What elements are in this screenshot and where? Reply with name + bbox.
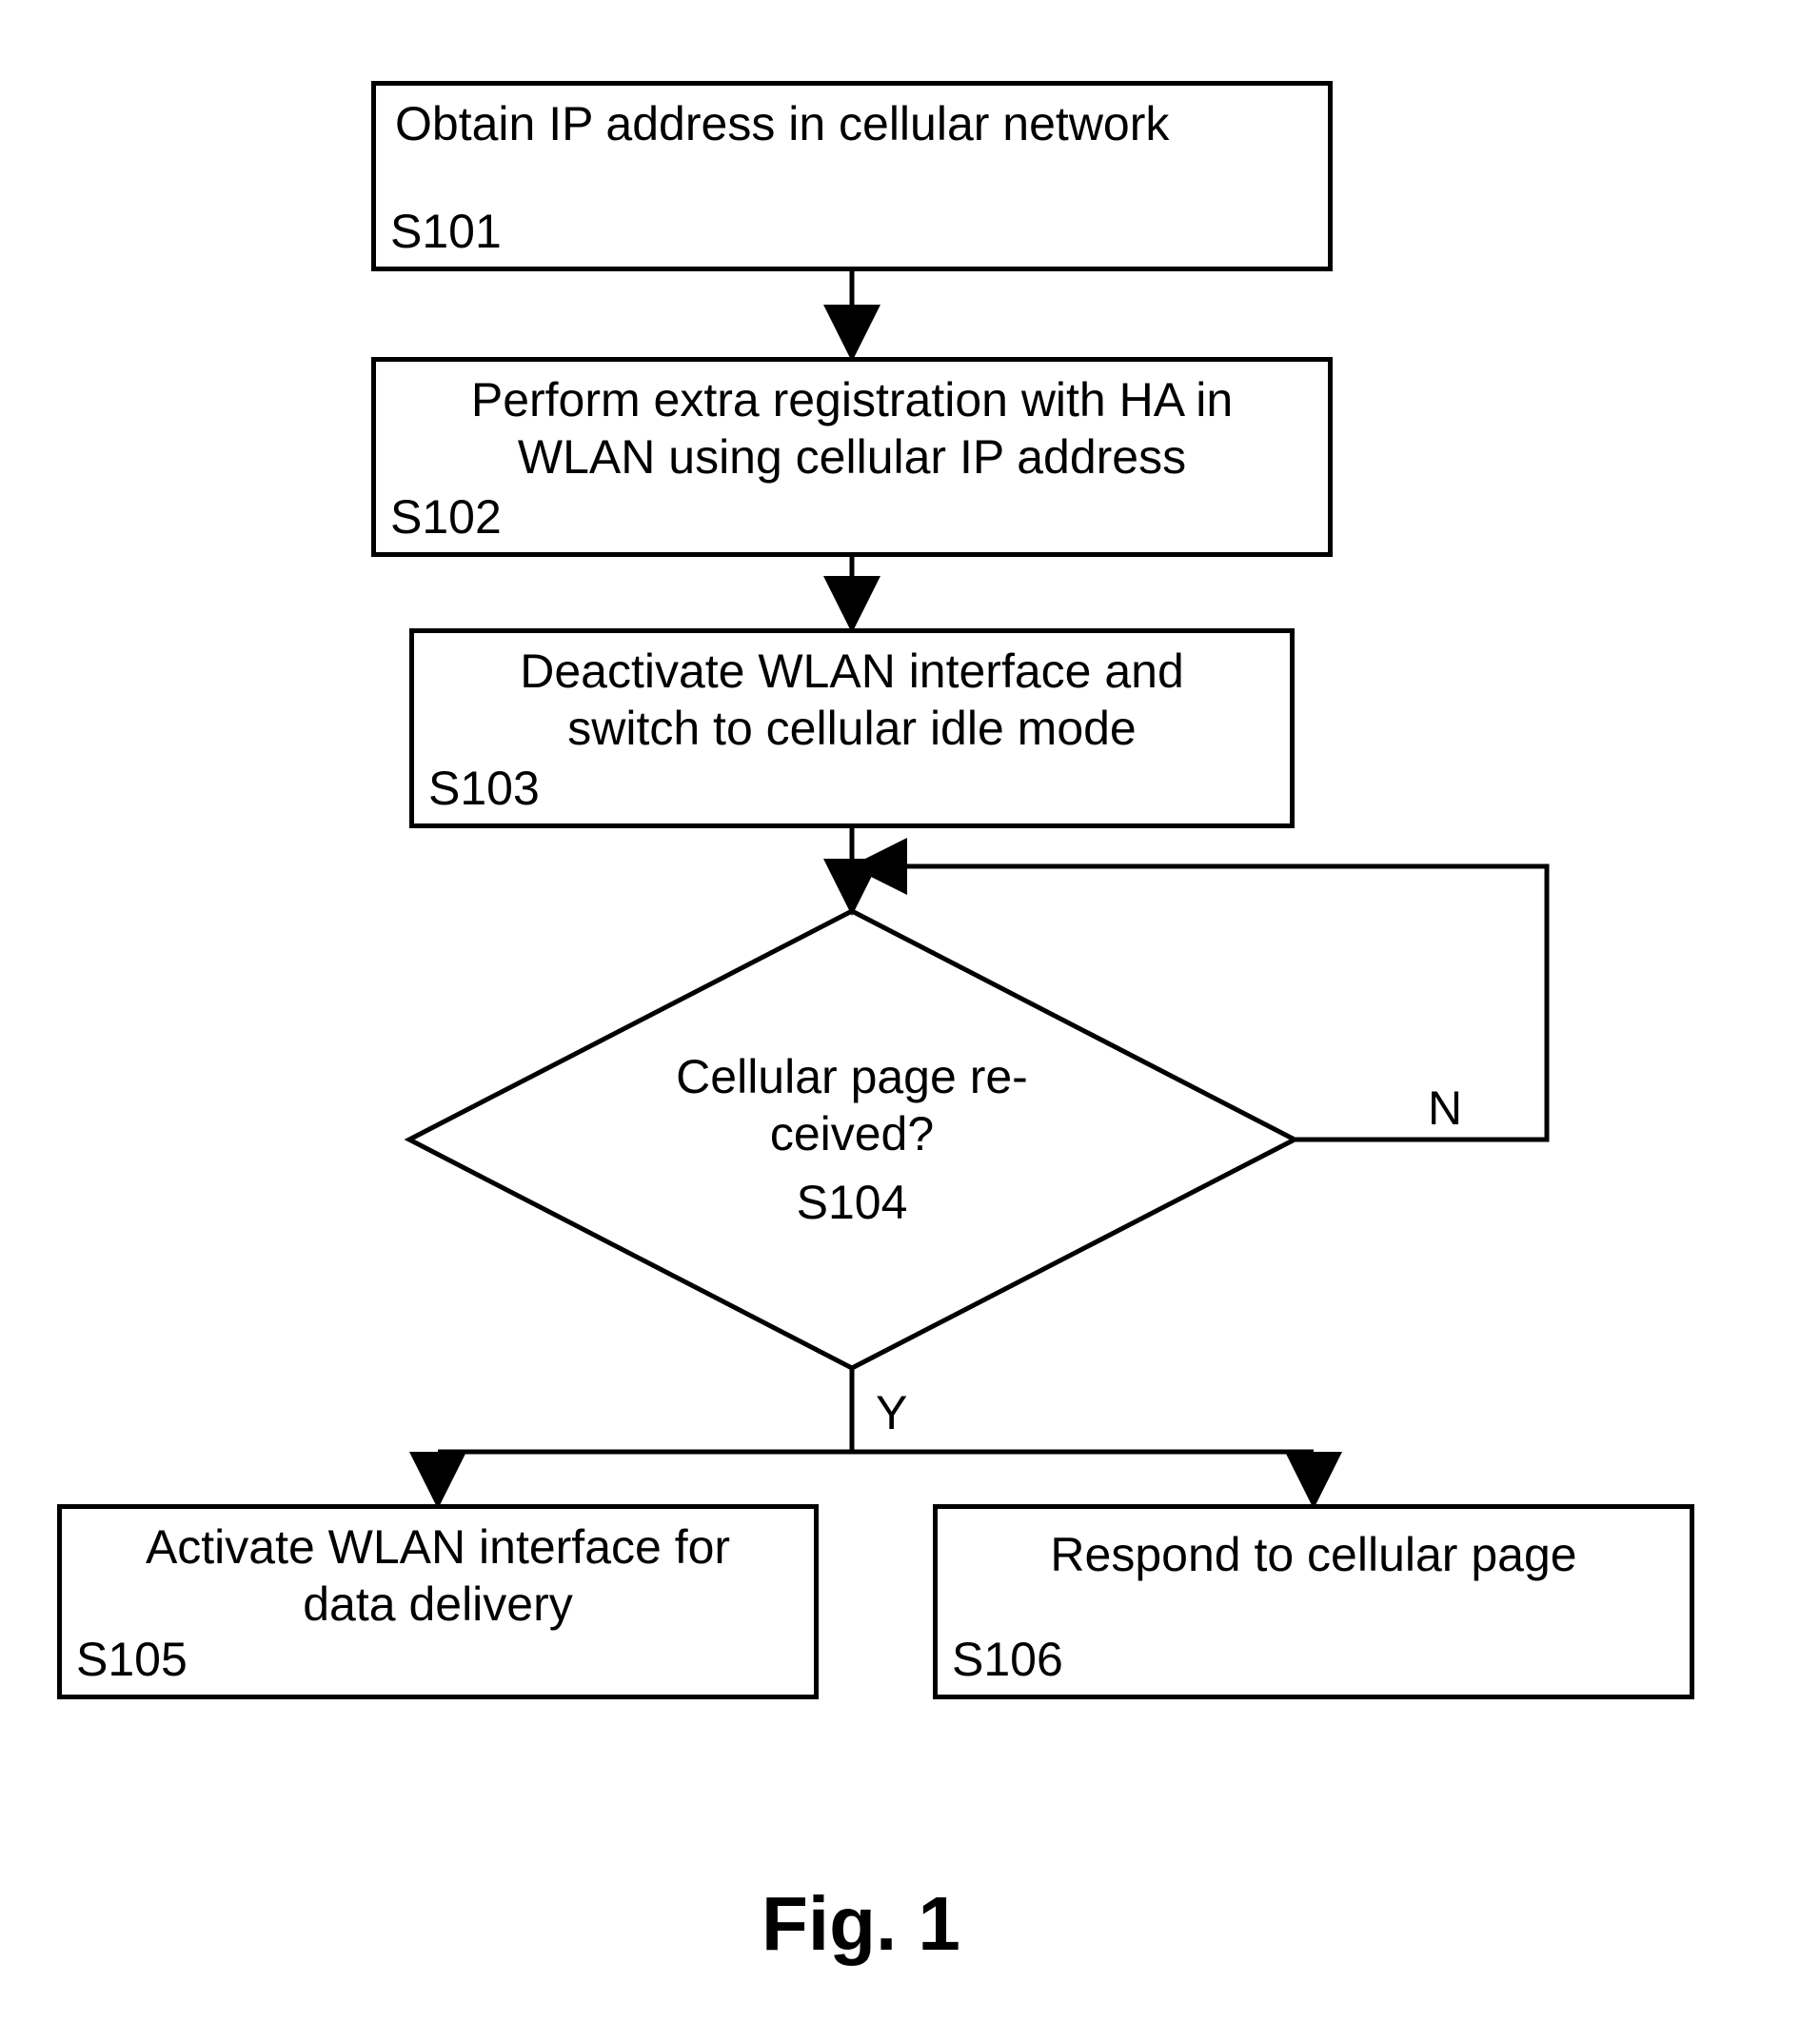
decision-S104: Cellular page re-ceived? S104 xyxy=(481,954,1223,1325)
figure-caption: Fig. 1 xyxy=(762,1880,960,1968)
process-S102-text: Perform extra registration with HA in WL… xyxy=(376,362,1328,486)
process-S103: Deactivate WLAN interface and switch to … xyxy=(409,628,1295,828)
process-S105-text: Activate WLAN interface for data deliver… xyxy=(62,1509,814,1633)
process-S101-text: Obtain IP address in cellular network xyxy=(376,86,1328,152)
decision-S104-content: Cellular page re-ceived? S104 xyxy=(405,906,1299,1373)
process-S105: Activate WLAN interface for data deliver… xyxy=(57,1504,819,1699)
process-S101: Obtain IP address in cellular network S1… xyxy=(371,81,1333,271)
process-S103-text: Deactivate WLAN interface and switch to … xyxy=(414,633,1290,757)
edge-label-yes: Y xyxy=(876,1385,907,1440)
decision-S104-ref: S104 xyxy=(797,1174,908,1231)
decision-S104-text: Cellular page re-ceived? xyxy=(676,1048,1028,1162)
process-S102-ref: S102 xyxy=(390,489,502,545)
process-S106-ref: S106 xyxy=(952,1632,1063,1687)
edge-label-no: N xyxy=(1428,1081,1462,1136)
process-S106-text: Respond to cellular page xyxy=(938,1509,1690,1583)
process-S103-ref: S103 xyxy=(428,761,540,816)
process-S101-ref: S101 xyxy=(390,204,502,259)
process-S106: Respond to cellular page S106 xyxy=(933,1504,1694,1699)
process-S102: Perform extra registration with HA in WL… xyxy=(371,357,1333,557)
process-S105-ref: S105 xyxy=(76,1632,188,1687)
flowchart-canvas: Obtain IP address in cellular network S1… xyxy=(0,0,1820,2043)
